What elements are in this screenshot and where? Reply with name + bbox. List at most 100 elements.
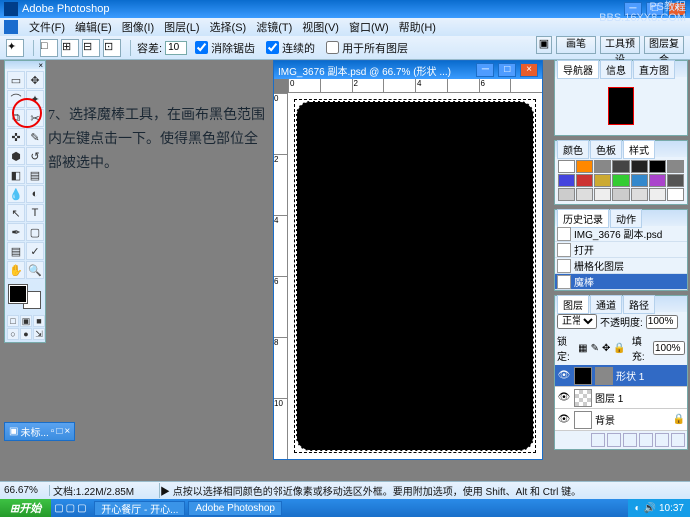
screenmode-2-icon[interactable]: ▣: [20, 315, 32, 327]
shape-tool-icon[interactable]: ▢: [26, 223, 44, 241]
style-swatch[interactable]: [649, 188, 666, 201]
quickmask-on-icon[interactable]: ●: [20, 328, 32, 340]
task-button[interactable]: Adobe Photoshop: [188, 501, 282, 516]
path-tool-icon[interactable]: ↖: [7, 204, 25, 222]
style-swatch[interactable]: [631, 160, 648, 173]
vis-eye-icon[interactable]: 👁: [557, 414, 571, 425]
selmode-add-icon[interactable]: ⊞: [61, 39, 79, 57]
navigator-body[interactable]: [555, 77, 687, 135]
style-swatch[interactable]: [594, 160, 611, 173]
style-swatch[interactable]: [558, 160, 575, 173]
quick-launch-icon[interactable]: ▢: [66, 503, 75, 514]
zoom-tool-icon[interactable]: 🔍: [26, 261, 44, 279]
layer-adj-icon[interactable]: [639, 433, 653, 447]
brushes-tab[interactable]: 画笔: [556, 36, 596, 54]
history-item[interactable]: 栅格化图层: [555, 258, 687, 274]
menu-select[interactable]: 选择(S): [210, 19, 247, 35]
history-item[interactable]: 魔棒: [555, 274, 687, 290]
quickmask-off-icon[interactable]: ○: [7, 328, 19, 340]
menu-view[interactable]: 视图(V): [302, 19, 339, 35]
lock-paint-icon[interactable]: ✎: [591, 343, 599, 354]
doc-close-button[interactable]: ×: [520, 63, 538, 77]
style-swatch[interactable]: [576, 160, 593, 173]
mini-restore-icon[interactable]: ▫: [51, 426, 55, 437]
brush-tool-icon[interactable]: ✎: [26, 128, 44, 146]
style-swatch[interactable]: [667, 188, 684, 201]
lock-trans-icon[interactable]: ▦: [578, 343, 587, 354]
blur-tool-icon[interactable]: 💧: [7, 185, 25, 203]
tab-color[interactable]: 颜色: [557, 140, 589, 159]
task-button[interactable]: 开心餐厅 - 开心...: [94, 501, 185, 516]
file-browser-icon[interactable]: ▣: [536, 36, 552, 54]
style-swatch[interactable]: [649, 174, 666, 187]
menu-layer[interactable]: 图层(L): [164, 19, 199, 35]
style-swatch[interactable]: [576, 188, 593, 201]
menu-filter[interactable]: 滤镜(T): [256, 19, 292, 35]
style-swatch[interactable]: [649, 160, 666, 173]
layer-comps-tab[interactable]: 图层复合: [644, 36, 684, 54]
selmode-int-icon[interactable]: ⊡: [103, 39, 121, 57]
vis-eye-icon[interactable]: 👁: [557, 370, 571, 381]
eyedropper-icon[interactable]: ✓: [26, 242, 44, 260]
style-swatch[interactable]: [631, 188, 648, 201]
style-swatch[interactable]: [631, 174, 648, 187]
notes-tool-icon[interactable]: ▤: [7, 242, 25, 260]
gradient-tool-icon[interactable]: ▤: [26, 166, 44, 184]
pen-tool-icon[interactable]: ✒: [7, 223, 25, 241]
lock-all-icon[interactable]: 🔒: [613, 343, 625, 354]
color-swatch[interactable]: [7, 283, 43, 311]
layer-trash-icon[interactable]: [671, 433, 685, 447]
minimized-doc[interactable]: ▣ 未标... ▫ □ ×: [4, 422, 75, 441]
wand-tool-icon[interactable]: ✦: [26, 90, 44, 108]
style-swatch[interactable]: [612, 188, 629, 201]
tab-histogram[interactable]: 直方图: [633, 60, 675, 79]
style-swatch[interactable]: [612, 160, 629, 173]
contiguous-checkbox[interactable]: [266, 41, 279, 54]
style-swatch[interactable]: [576, 174, 593, 187]
quick-launch-icon[interactable]: ▢: [54, 503, 63, 514]
style-swatch[interactable]: [612, 174, 629, 187]
canvas[interactable]: [288, 93, 542, 459]
eraser-tool-icon[interactable]: ◧: [7, 166, 25, 184]
current-tool-icon[interactable]: ✦: [6, 39, 24, 57]
tab-navigator[interactable]: 导航器: [557, 60, 599, 79]
quick-launch-icon[interactable]: ▢: [77, 503, 86, 514]
tab-info[interactable]: 信息: [600, 60, 632, 79]
style-swatch[interactable]: [667, 174, 684, 187]
layer-set-icon[interactable]: [623, 433, 637, 447]
selmode-new-icon[interactable]: □: [40, 39, 58, 57]
tab-layers[interactable]: 图层: [557, 295, 589, 314]
layer-new-icon[interactable]: [655, 433, 669, 447]
history-source[interactable]: IMG_3676 副本.psd: [555, 226, 687, 242]
tool-presets-tab[interactable]: 工具预设: [600, 36, 640, 54]
menu-help[interactable]: 帮助(H): [399, 19, 436, 35]
all-layers-checkbox[interactable]: [326, 41, 339, 54]
start-button[interactable]: ⊞ 开始: [0, 499, 51, 517]
style-swatch[interactable]: [667, 160, 684, 173]
screenmode-3-icon[interactable]: ■: [33, 315, 45, 327]
styles-grid[interactable]: [555, 157, 687, 204]
tab-styles[interactable]: 样式: [623, 140, 655, 159]
layer-row[interactable]: 👁 形状 1: [555, 365, 687, 387]
antialias-checkbox[interactable]: [195, 41, 208, 54]
selmode-sub-icon[interactable]: ⊟: [82, 39, 100, 57]
doc-minimize-button[interactable]: ─: [476, 63, 494, 77]
layer-fx-icon[interactable]: [591, 433, 605, 447]
tolerance-input[interactable]: [165, 41, 187, 55]
heal-tool-icon[interactable]: ✜: [7, 128, 25, 146]
dodge-tool-icon[interactable]: ◐: [26, 185, 44, 203]
tab-swatches[interactable]: 色板: [590, 140, 622, 159]
vis-eye-icon[interactable]: 👁: [557, 392, 571, 403]
style-swatch[interactable]: [594, 174, 611, 187]
menu-image[interactable]: 图像(I): [122, 19, 154, 35]
type-tool-icon[interactable]: T: [26, 204, 44, 222]
marquee-tool-icon[interactable]: ▭: [7, 71, 25, 89]
layer-mask-icon[interactable]: [607, 433, 621, 447]
doc-size-readout[interactable]: 文档:1.22M/2.85M: [50, 483, 160, 498]
style-swatch[interactable]: [558, 188, 575, 201]
system-tray[interactable]: ◐ 🔊 10:37: [628, 499, 690, 517]
doc-maximize-button[interactable]: □: [498, 63, 516, 77]
history-brush-icon[interactable]: ↺: [26, 147, 44, 165]
menu-file[interactable]: 文件(F): [29, 19, 65, 35]
menu-edit[interactable]: 编辑(E): [75, 19, 112, 35]
